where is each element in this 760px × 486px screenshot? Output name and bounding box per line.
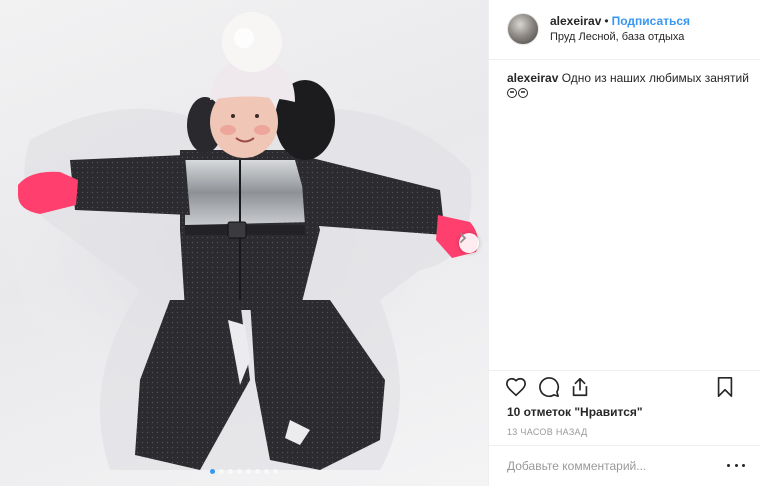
action-bar <box>505 376 745 402</box>
carousel-indicator <box>0 469 488 474</box>
follow-button[interactable]: Подписаться <box>612 14 690 28</box>
caption-username[interactable]: alexeirav <box>507 71 558 85</box>
share-icon[interactable] <box>569 376 591 398</box>
post-sidebar: alexeirav • Подписаться Пруд Лесной, база … <box>488 0 760 486</box>
carousel-dot <box>264 469 269 474</box>
chevron-right-icon <box>460 233 467 243</box>
carousel-dot <box>219 469 224 474</box>
emoji-face-icon <box>507 88 517 98</box>
emoji-face-icon <box>518 88 528 98</box>
comment-bubble-icon[interactable] <box>538 376 560 398</box>
next-slide-button[interactable] <box>459 233 479 253</box>
carousel-dot <box>228 469 233 474</box>
header-user-row: alexeirav • Подписаться <box>550 14 690 28</box>
separator-dot: • <box>604 14 609 28</box>
post-timestamp[interactable]: 13 часов назад <box>507 427 588 437</box>
divider <box>489 370 760 371</box>
avatar[interactable] <box>507 13 539 45</box>
carousel-dot <box>246 469 251 474</box>
divider <box>489 445 760 446</box>
heart-icon[interactable] <box>505 376 527 398</box>
instagram-post: alexeirav • Подписаться Пруд Лесной, база … <box>0 0 760 486</box>
ellipsis-icon[interactable] <box>727 458 745 472</box>
carousel-dot <box>273 469 278 474</box>
caption-text: Одно из наших любимых занятий <box>561 71 749 85</box>
carousel-dot <box>237 469 242 474</box>
post-photo[interactable] <box>0 0 488 486</box>
carousel-dot-active <box>210 469 215 474</box>
caption-emoji <box>507 87 753 102</box>
photo-child-snow-angel <box>15 12 478 470</box>
comment-input[interactable] <box>507 457 717 475</box>
post-header: alexeirav • Подписаться Пруд Лесной, база … <box>489 0 760 60</box>
username-link[interactable]: alexeirav <box>550 14 601 28</box>
location-link[interactable]: Пруд Лесной, база отдыха <box>550 31 684 43</box>
likes-count[interactable]: 10 отметок "Нравится" <box>507 405 643 419</box>
bookmark-icon[interactable] <box>715 376 735 398</box>
carousel-dot <box>255 469 260 474</box>
post-caption: alexeirav Одно из наших любимых занятий <box>507 71 753 102</box>
